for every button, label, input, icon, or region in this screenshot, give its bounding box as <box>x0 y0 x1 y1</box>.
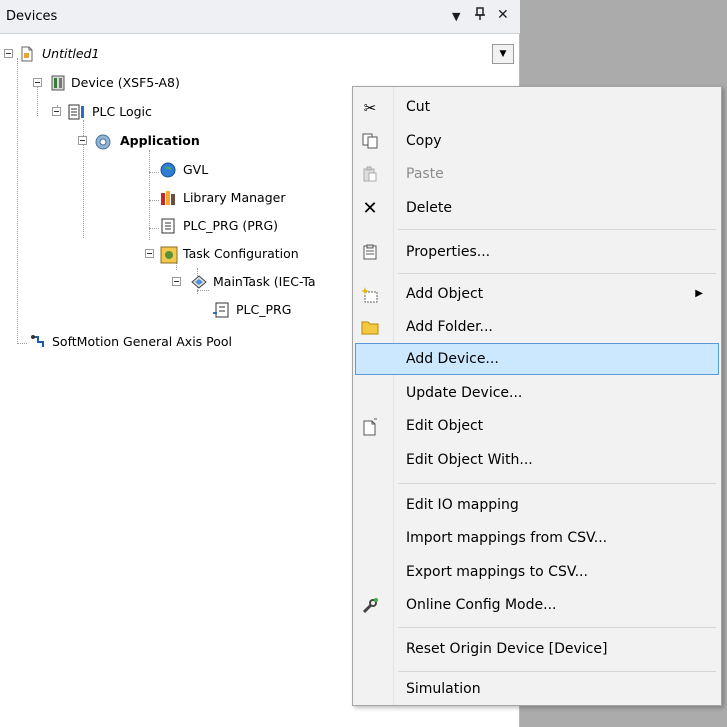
library-icon <box>160 190 176 206</box>
tree-node-plc-logic[interactable]: PLC Logic <box>0 101 152 123</box>
menu-item-label: Export mappings to CSV... <box>406 564 588 580</box>
tree-node-label: Library Manager <box>183 190 286 205</box>
tree-node-gvl[interactable]: GVL <box>0 159 208 181</box>
tree-node-label: MainTask (IEC-Ta <box>213 274 316 289</box>
menu-item-label: Delete <box>406 200 452 216</box>
menu-item-label: Edit Object With... <box>406 452 533 468</box>
menu-item-label: Paste <box>406 166 444 182</box>
copy-icon <box>361 133 379 151</box>
panel-titlebar: Devices ▼ ✕ <box>0 0 520 34</box>
menu-item-cut[interactable]: ✂ Cut <box>355 91 719 123</box>
menu-item-label: Reset Origin Device [Device] <box>406 641 608 657</box>
menu-item-label: Cut <box>406 99 431 115</box>
collapse-icon[interactable] <box>145 249 154 258</box>
menu-item-delete[interactable]: ✕ Delete <box>355 192 719 224</box>
paste-icon <box>361 166 379 184</box>
menu-item-properties[interactable]: Properties... <box>355 236 719 268</box>
menu-separator <box>398 229 716 230</box>
panel-title: Devices <box>6 9 58 24</box>
tree-node-label: PLC_PRG (PRG) <box>183 218 279 233</box>
menu-item-label: Add Object <box>406 286 484 302</box>
tree-node-label: Task Configuration <box>183 246 299 261</box>
menu-item-label: Edit Object <box>406 418 484 434</box>
project-file-icon <box>19 46 35 62</box>
menu-separator <box>398 483 716 484</box>
delete-icon: ✕ <box>362 198 378 219</box>
tree-node-library-manager[interactable]: Library Manager <box>0 187 285 209</box>
tree-node-plc-prg[interactable]: PLC_PRG (PRG) <box>0 215 278 237</box>
tree-node-label: Application <box>120 133 200 148</box>
menu-item-copy[interactable]: Copy <box>355 125 719 157</box>
menu-item-import-mappings[interactable]: Import mappings from CSV... <box>355 522 719 554</box>
menu-separator <box>398 273 716 274</box>
tree-node-label: GVL <box>183 162 209 177</box>
collapse-icon[interactable] <box>172 277 181 286</box>
task-icon <box>190 274 207 290</box>
program-call-icon <box>212 302 229 318</box>
menu-item-add-device[interactable]: Add Device... <box>355 343 719 375</box>
scissors-icon: ✂ <box>363 99 377 117</box>
device-icon <box>50 75 66 91</box>
tree-node-application[interactable]: Application <box>0 130 200 152</box>
menu-item-label: Import mappings from CSV... <box>406 530 608 546</box>
submenu-arrow-icon: ▶ <box>695 288 703 299</box>
menu-item-label: Properties... <box>406 244 491 260</box>
collapse-icon[interactable] <box>33 78 42 87</box>
menu-item-add-object[interactable]: Add Object ▶ <box>355 278 719 310</box>
menu-item-edit-io-mapping[interactable]: Edit IO mapping <box>355 489 719 521</box>
task-configuration-icon <box>160 246 178 264</box>
menu-separator <box>398 671 716 672</box>
menu-item-paste[interactable]: Paste <box>355 158 719 190</box>
panel-dropdown-icon[interactable]: ▼ <box>452 10 460 23</box>
tree-node-maintask[interactable]: MainTask (IEC-Ta <box>0 271 316 293</box>
folder-icon <box>361 319 379 337</box>
project-dropdown-button[interactable]: ▼ <box>492 44 514 64</box>
wrench-icon <box>361 597 379 615</box>
tree-node-label: Device (XSF5-A8) <box>71 75 180 90</box>
menu-item-reset-origin-device[interactable]: Reset Origin Device [Device] <box>355 633 719 665</box>
menu-item-edit-object[interactable]: Edit Object <box>355 410 719 442</box>
collapse-icon[interactable] <box>52 107 61 116</box>
tree-node-device[interactable]: Device (XSF5-A8) <box>0 72 180 94</box>
axis-pool-icon <box>30 334 46 350</box>
tree-node-label: Untitled1 <box>42 46 100 61</box>
tree-node-softmotion[interactable]: SoftMotion General Axis Pool <box>0 331 232 353</box>
menu-item-label: Add Device... <box>406 351 499 367</box>
tree-node-project[interactable]: Untitled1 <box>0 43 99 65</box>
globe-icon <box>160 162 176 178</box>
collapse-icon[interactable] <box>4 49 13 58</box>
menu-item-label: Update Device... <box>406 385 523 401</box>
menu-separator <box>398 627 716 628</box>
tree-node-task-configuration[interactable]: Task Configuration <box>0 243 299 265</box>
add-object-icon <box>361 286 379 304</box>
menu-item-add-folder[interactable]: Add Folder... <box>355 311 719 343</box>
context-menu: ✂ Cut Copy Paste ✕ Delete Properties... … <box>352 86 722 706</box>
menu-item-label: Copy <box>406 133 442 149</box>
application-gear-icon <box>94 133 111 150</box>
menu-item-label: Add Folder... <box>406 319 493 335</box>
tree-node-program-call[interactable]: PLC_PRG <box>0 299 291 321</box>
plc-logic-icon <box>68 104 84 120</box>
menu-item-edit-object-with[interactable]: Edit Object With... <box>355 444 719 476</box>
edit-object-icon <box>361 418 379 436</box>
menu-item-label: Online Config Mode... <box>406 597 557 613</box>
menu-item-update-device[interactable]: Update Device... <box>355 377 719 409</box>
pin-icon[interactable] <box>474 7 486 25</box>
menu-item-export-mappings[interactable]: Export mappings to CSV... <box>355 556 719 588</box>
tree-node-label: PLC Logic <box>92 104 152 119</box>
properties-icon <box>361 244 379 262</box>
program-file-icon <box>160 218 176 234</box>
close-icon[interactable]: ✕ <box>497 7 509 23</box>
collapse-icon[interactable] <box>78 136 87 145</box>
menu-item-online-config-mode[interactable]: Online Config Mode... <box>355 589 719 621</box>
menu-item-label: Simulation <box>406 681 481 697</box>
tree-node-label: PLC_PRG <box>236 302 292 317</box>
menu-item-simulation[interactable]: Simulation <box>355 673 719 705</box>
tree-node-label: SoftMotion General Axis Pool <box>52 334 233 349</box>
menu-item-label: Edit IO mapping <box>406 497 519 513</box>
